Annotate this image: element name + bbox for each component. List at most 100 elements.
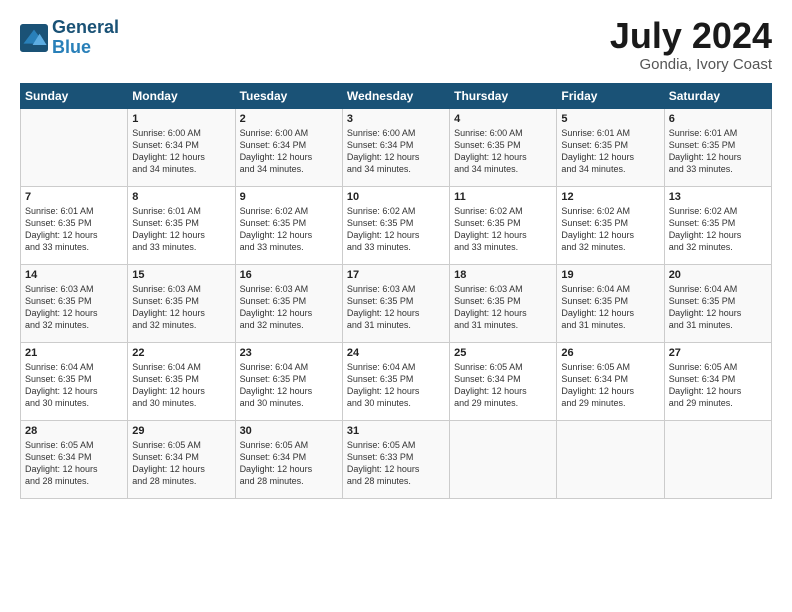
calendar-cell: 20 Sunrise: 6:04 AM Sunset: 6:35 PM Dayli… <box>664 265 771 343</box>
day-number: 5 <box>561 113 659 125</box>
day-number: 30 <box>240 425 338 437</box>
weekday-header-cell: Monday <box>128 84 235 109</box>
day-number: 26 <box>561 347 659 359</box>
cell-info: Sunrise: 6:04 AM Sunset: 6:35 PM Dayligh… <box>669 283 767 332</box>
cell-info: Sunrise: 6:05 AM Sunset: 6:34 PM Dayligh… <box>240 439 338 488</box>
day-number: 31 <box>347 425 445 437</box>
location-subtitle: Gondia, Ivory Coast <box>610 56 772 73</box>
day-number: 27 <box>669 347 767 359</box>
day-number: 15 <box>132 269 230 281</box>
day-number: 10 <box>347 191 445 203</box>
day-number: 6 <box>669 113 767 125</box>
calendar-week-row: 21 Sunrise: 6:04 AM Sunset: 6:35 PM Dayli… <box>21 343 772 421</box>
calendar-week-row: 1 Sunrise: 6:00 AM Sunset: 6:34 PM Daylig… <box>21 109 772 187</box>
weekday-header-cell: Sunday <box>21 84 128 109</box>
day-number: 12 <box>561 191 659 203</box>
cell-info: Sunrise: 6:01 AM Sunset: 6:35 PM Dayligh… <box>25 205 123 254</box>
day-number: 24 <box>347 347 445 359</box>
day-number: 17 <box>347 269 445 281</box>
day-number: 28 <box>25 425 123 437</box>
day-number: 23 <box>240 347 338 359</box>
day-number: 4 <box>454 113 552 125</box>
calendar-cell: 18 Sunrise: 6:03 AM Sunset: 6:35 PM Dayli… <box>450 265 557 343</box>
calendar-cell: 21 Sunrise: 6:04 AM Sunset: 6:35 PM Dayli… <box>21 343 128 421</box>
cell-info: Sunrise: 6:02 AM Sunset: 6:35 PM Dayligh… <box>561 205 659 254</box>
calendar-cell <box>21 109 128 187</box>
calendar-body: 1 Sunrise: 6:00 AM Sunset: 6:34 PM Daylig… <box>21 109 772 499</box>
calendar-week-row: 28 Sunrise: 6:05 AM Sunset: 6:34 PM Dayli… <box>21 421 772 499</box>
cell-info: Sunrise: 6:01 AM Sunset: 6:35 PM Dayligh… <box>132 205 230 254</box>
day-number: 19 <box>561 269 659 281</box>
cell-info: Sunrise: 6:02 AM Sunset: 6:35 PM Dayligh… <box>347 205 445 254</box>
day-number: 20 <box>669 269 767 281</box>
page: General Blue July 2024 Gondia, Ivory Coa… <box>0 0 792 509</box>
cell-info: Sunrise: 6:00 AM Sunset: 6:34 PM Dayligh… <box>240 127 338 176</box>
calendar-cell: 8 Sunrise: 6:01 AM Sunset: 6:35 PM Daylig… <box>128 187 235 265</box>
day-number: 13 <box>669 191 767 203</box>
calendar-cell: 31 Sunrise: 6:05 AM Sunset: 6:33 PM Dayli… <box>342 421 449 499</box>
weekday-header-cell: Tuesday <box>235 84 342 109</box>
day-number: 8 <box>132 191 230 203</box>
cell-info: Sunrise: 6:02 AM Sunset: 6:35 PM Dayligh… <box>240 205 338 254</box>
calendar-week-row: 7Sunrise: 6:01 AM Sunset: 6:35 PM Daylig… <box>21 187 772 265</box>
cell-info: Sunrise: 6:01 AM Sunset: 6:35 PM Dayligh… <box>669 127 767 176</box>
calendar-cell: 9Sunrise: 6:02 AM Sunset: 6:35 PM Daylig… <box>235 187 342 265</box>
calendar-cell: 28Sunrise: 6:05 AM Sunset: 6:34 PM Dayli… <box>21 421 128 499</box>
calendar-cell: 13Sunrise: 6:02 AM Sunset: 6:35 PM Dayli… <box>664 187 771 265</box>
logo-text: General Blue <box>52 18 119 58</box>
cell-info: Sunrise: 6:03 AM Sunset: 6:35 PM Dayligh… <box>347 283 445 332</box>
calendar-cell: 16Sunrise: 6:03 AM Sunset: 6:35 PM Dayli… <box>235 265 342 343</box>
calendar-table: SundayMondayTuesdayWednesdayThursdayFrid… <box>20 83 772 499</box>
cell-info: Sunrise: 6:04 AM Sunset: 6:35 PM Dayligh… <box>132 361 230 410</box>
logo: General Blue <box>20 18 119 58</box>
day-number: 14 <box>25 269 123 281</box>
title-area: July 2024 Gondia, Ivory Coast <box>610 18 772 73</box>
day-number: 1 <box>132 113 230 125</box>
calendar-cell: 26 Sunrise: 6:05 AM Sunset: 6:34 PM Dayli… <box>557 343 664 421</box>
calendar-cell: 7Sunrise: 6:01 AM Sunset: 6:35 PM Daylig… <box>21 187 128 265</box>
cell-info: Sunrise: 6:05 AM Sunset: 6:34 PM Dayligh… <box>454 361 552 410</box>
cell-info: Sunrise: 6:00 AM Sunset: 6:35 PM Dayligh… <box>454 127 552 176</box>
calendar-cell: 30 Sunrise: 6:05 AM Sunset: 6:34 PM Dayli… <box>235 421 342 499</box>
calendar-cell: 14 Sunrise: 6:03 AM Sunset: 6:35 PM Dayli… <box>21 265 128 343</box>
cell-info: Sunrise: 6:05 AM Sunset: 6:34 PM Dayligh… <box>561 361 659 410</box>
cell-info: Sunrise: 6:03 AM Sunset: 6:35 PM Dayligh… <box>132 283 230 332</box>
cell-info: Sunrise: 6:04 AM Sunset: 6:35 PM Dayligh… <box>347 361 445 410</box>
cell-info: Sunrise: 6:02 AM Sunset: 6:35 PM Dayligh… <box>454 205 552 254</box>
weekday-header-cell: Thursday <box>450 84 557 109</box>
day-number: 22 <box>132 347 230 359</box>
day-number: 18 <box>454 269 552 281</box>
cell-info: Sunrise: 6:04 AM Sunset: 6:35 PM Dayligh… <box>25 361 123 410</box>
logo-icon <box>20 24 48 52</box>
cell-info: Sunrise: 6:05 AM Sunset: 6:34 PM Dayligh… <box>669 361 767 410</box>
cell-info: Sunrise: 6:04 AM Sunset: 6:35 PM Dayligh… <box>561 283 659 332</box>
calendar-cell: 19 Sunrise: 6:04 AM Sunset: 6:35 PM Dayli… <box>557 265 664 343</box>
calendar-cell <box>557 421 664 499</box>
day-number: 21 <box>25 347 123 359</box>
cell-info: Sunrise: 6:01 AM Sunset: 6:35 PM Dayligh… <box>561 127 659 176</box>
cell-info: Sunrise: 6:04 AM Sunset: 6:35 PM Dayligh… <box>240 361 338 410</box>
calendar-cell <box>664 421 771 499</box>
cell-info: Sunrise: 6:05 AM Sunset: 6:34 PM Dayligh… <box>132 439 230 488</box>
weekday-header-row: SundayMondayTuesdayWednesdayThursdayFrid… <box>21 84 772 109</box>
calendar-cell: 4 Sunrise: 6:00 AM Sunset: 6:35 PM Daylig… <box>450 109 557 187</box>
cell-info: Sunrise: 6:03 AM Sunset: 6:35 PM Dayligh… <box>240 283 338 332</box>
day-number: 3 <box>347 113 445 125</box>
day-number: 29 <box>132 425 230 437</box>
calendar-cell: 1Sunrise: 6:00 AM Sunset: 6:34 PM Daylig… <box>128 109 235 187</box>
day-number: 11 <box>454 191 552 203</box>
calendar-cell: 29 Sunrise: 6:05 AM Sunset: 6:34 PM Dayli… <box>128 421 235 499</box>
calendar-cell: 6 Sunrise: 6:01 AM Sunset: 6:35 PM Daylig… <box>664 109 771 187</box>
calendar-cell: 22 Sunrise: 6:04 AM Sunset: 6:35 PM Dayli… <box>128 343 235 421</box>
weekday-header-cell: Saturday <box>664 84 771 109</box>
cell-info: Sunrise: 6:05 AM Sunset: 6:33 PM Dayligh… <box>347 439 445 488</box>
cell-info: Sunrise: 6:03 AM Sunset: 6:35 PM Dayligh… <box>25 283 123 332</box>
calendar-cell: 12 Sunrise: 6:02 AM Sunset: 6:35 PM Dayli… <box>557 187 664 265</box>
calendar-cell: 10 Sunrise: 6:02 AM Sunset: 6:35 PM Dayli… <box>342 187 449 265</box>
calendar-cell: 27 Sunrise: 6:05 AM Sunset: 6:34 PM Dayli… <box>664 343 771 421</box>
header: General Blue July 2024 Gondia, Ivory Coa… <box>20 18 772 73</box>
calendar-cell <box>450 421 557 499</box>
cell-info: Sunrise: 6:03 AM Sunset: 6:35 PM Dayligh… <box>454 283 552 332</box>
calendar-cell: 25Sunrise: 6:05 AM Sunset: 6:34 PM Dayli… <box>450 343 557 421</box>
calendar-cell: 15 Sunrise: 6:03 AM Sunset: 6:35 PM Dayli… <box>128 265 235 343</box>
